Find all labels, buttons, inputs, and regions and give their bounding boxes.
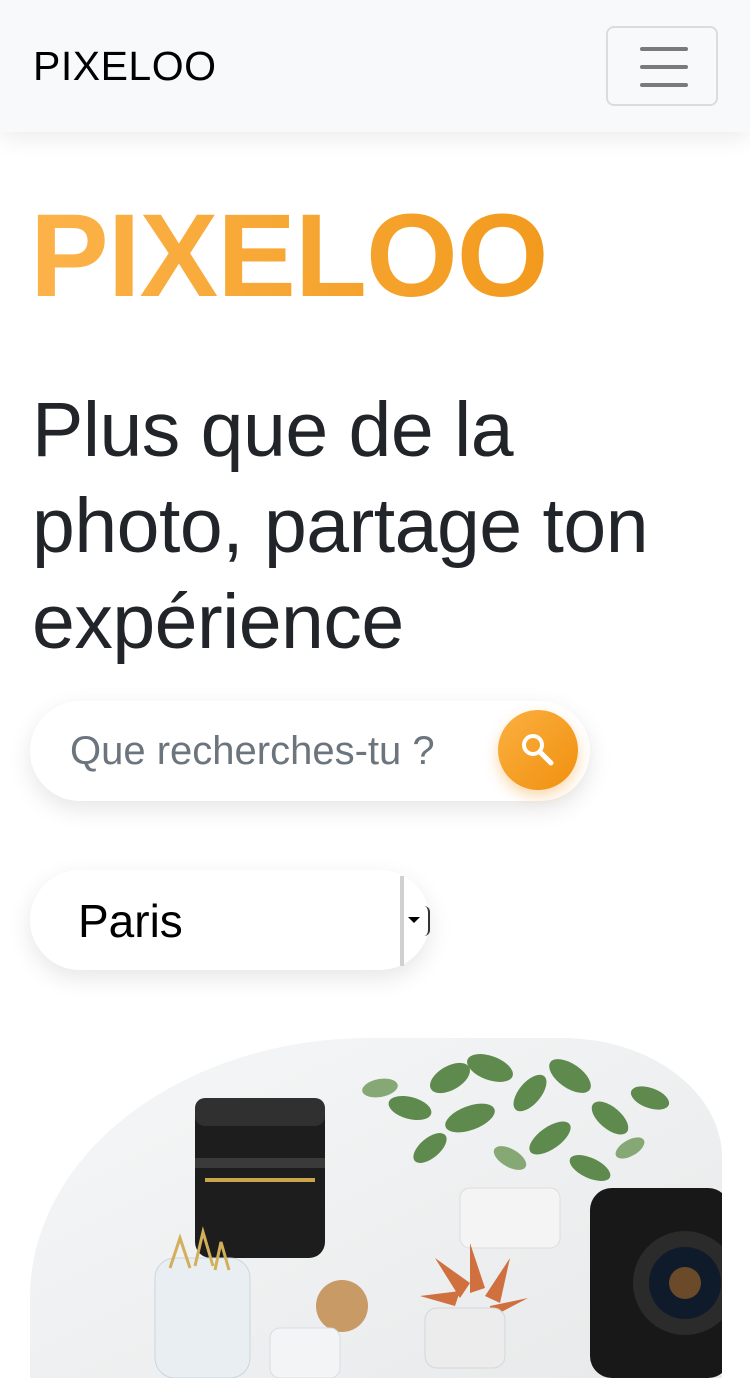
hero-tagline: Plus que de la photo, partage ton expéri…: [32, 387, 649, 665]
navbar-toggler-button[interactable]: [606, 26, 718, 106]
hero-image: [30, 1038, 722, 1378]
hamburger-menu-icon-bar: [640, 83, 688, 87]
city-select-divider: [400, 876, 404, 966]
hamburger-menu-icon: [640, 47, 688, 51]
cameras-plants-photo: [30, 1038, 722, 1378]
search-input[interactable]: [70, 723, 490, 779]
navbar: PIXELOO: [0, 0, 750, 132]
navbar-brand[interactable]: PIXELOO: [33, 42, 217, 90]
hero-title: PIXELOO: [30, 190, 549, 322]
city-select-edge: [424, 906, 430, 936]
search-icon: [522, 734, 554, 766]
hamburger-menu-icon-bar: [640, 65, 688, 69]
city-select[interactable]: Paris: [30, 870, 430, 970]
caret-down-icon: [408, 917, 420, 923]
city-select-value: Paris: [78, 895, 183, 947]
search-button[interactable]: [498, 710, 578, 790]
search-bar: [30, 701, 590, 801]
